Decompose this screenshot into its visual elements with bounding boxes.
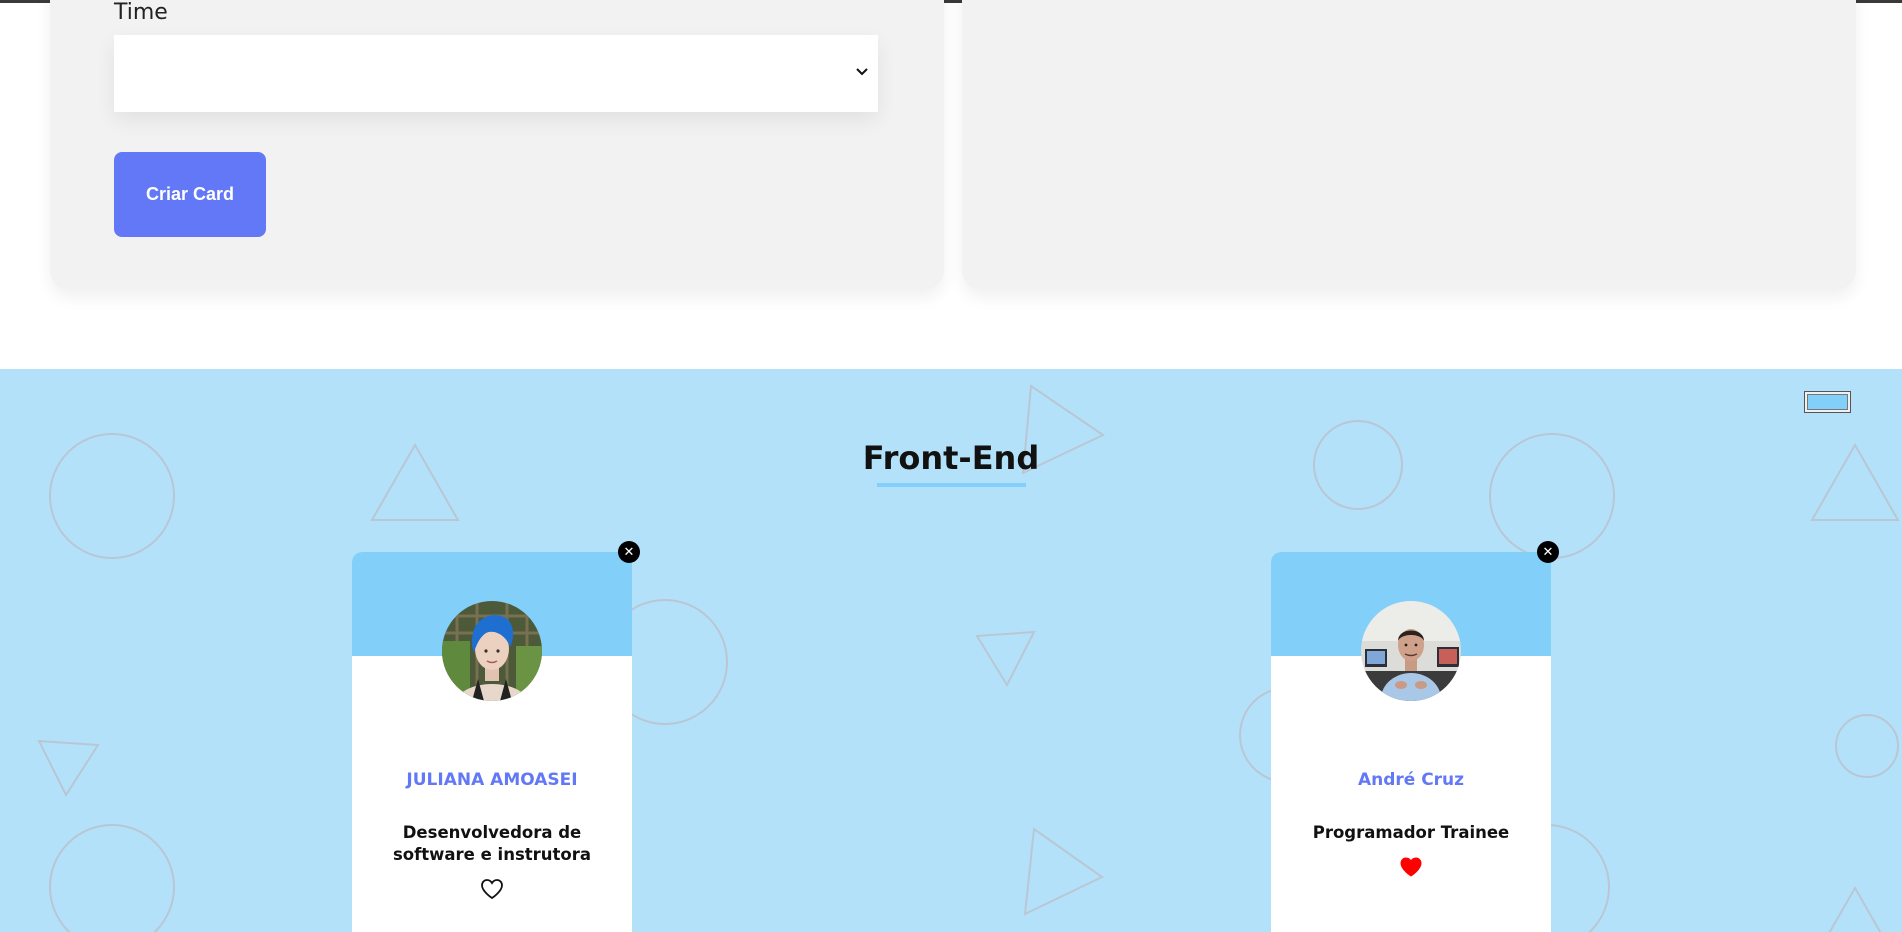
delete-card-button[interactable]: ✕ bbox=[1537, 541, 1559, 563]
create-card-button[interactable]: Criar Card bbox=[114, 152, 266, 237]
member-name: André Cruz bbox=[1357, 770, 1465, 790]
member-role: Programador Trainee bbox=[1312, 823, 1510, 842]
close-icon: ✕ bbox=[1542, 544, 1554, 560]
team-section: Front-End JULIANA AMOASEI Desenvolvedora… bbox=[0, 369, 1902, 932]
team-title: Front-End bbox=[862, 439, 1040, 477]
avatar bbox=[442, 601, 542, 701]
team-color-picker[interactable] bbox=[1804, 391, 1851, 413]
chevron-down-icon bbox=[856, 68, 868, 76]
avatar bbox=[1361, 601, 1461, 701]
banner-panel bbox=[962, 0, 1856, 290]
close-icon: ✕ bbox=[623, 544, 635, 560]
avatar-photo-andre bbox=[1361, 601, 1461, 701]
delete-card-button[interactable]: ✕ bbox=[618, 541, 640, 563]
time-select[interactable] bbox=[114, 35, 878, 112]
member-name: JULIANA AMOASEI bbox=[406, 770, 578, 790]
heart-filled-icon[interactable] bbox=[1399, 856, 1423, 878]
member-role: Desenvolvedora de software e instrutora bbox=[392, 823, 592, 864]
time-label: Time bbox=[114, 0, 168, 25]
team-title-underline bbox=[877, 483, 1026, 487]
avatar-photo-juliana bbox=[442, 601, 542, 701]
color-swatch-fill bbox=[1807, 394, 1848, 410]
member-card: JULIANA AMOASEI Desenvolvedora de softwa… bbox=[352, 552, 632, 932]
member-card: André Cruz Programador Trainee bbox=[1271, 552, 1551, 932]
heart-outline-icon[interactable] bbox=[480, 878, 504, 900]
